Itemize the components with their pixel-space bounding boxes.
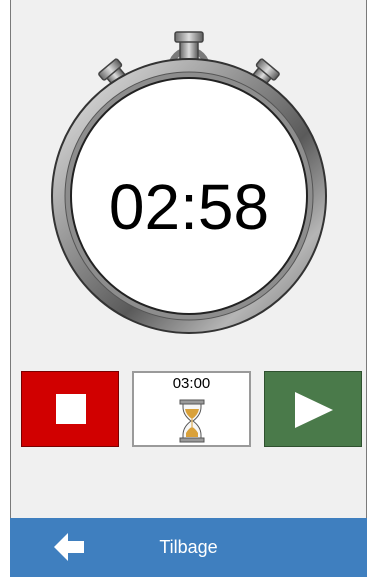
- stop-icon: [56, 394, 86, 424]
- elapsed-time: 02:58: [108, 171, 270, 243]
- preset-time: 03:00: [172, 375, 211, 392]
- play-button[interactable]: [264, 371, 362, 447]
- back-button[interactable]: Tilbage: [10, 518, 367, 577]
- stopwatch: 02:58: [44, 28, 334, 334]
- timer-preset-button[interactable]: 03:00: [132, 371, 251, 447]
- back-label: Tilbage: [159, 537, 218, 557]
- play-icon: [295, 392, 333, 428]
- hourglass-icon: [179, 399, 205, 443]
- stop-button[interactable]: [21, 371, 119, 447]
